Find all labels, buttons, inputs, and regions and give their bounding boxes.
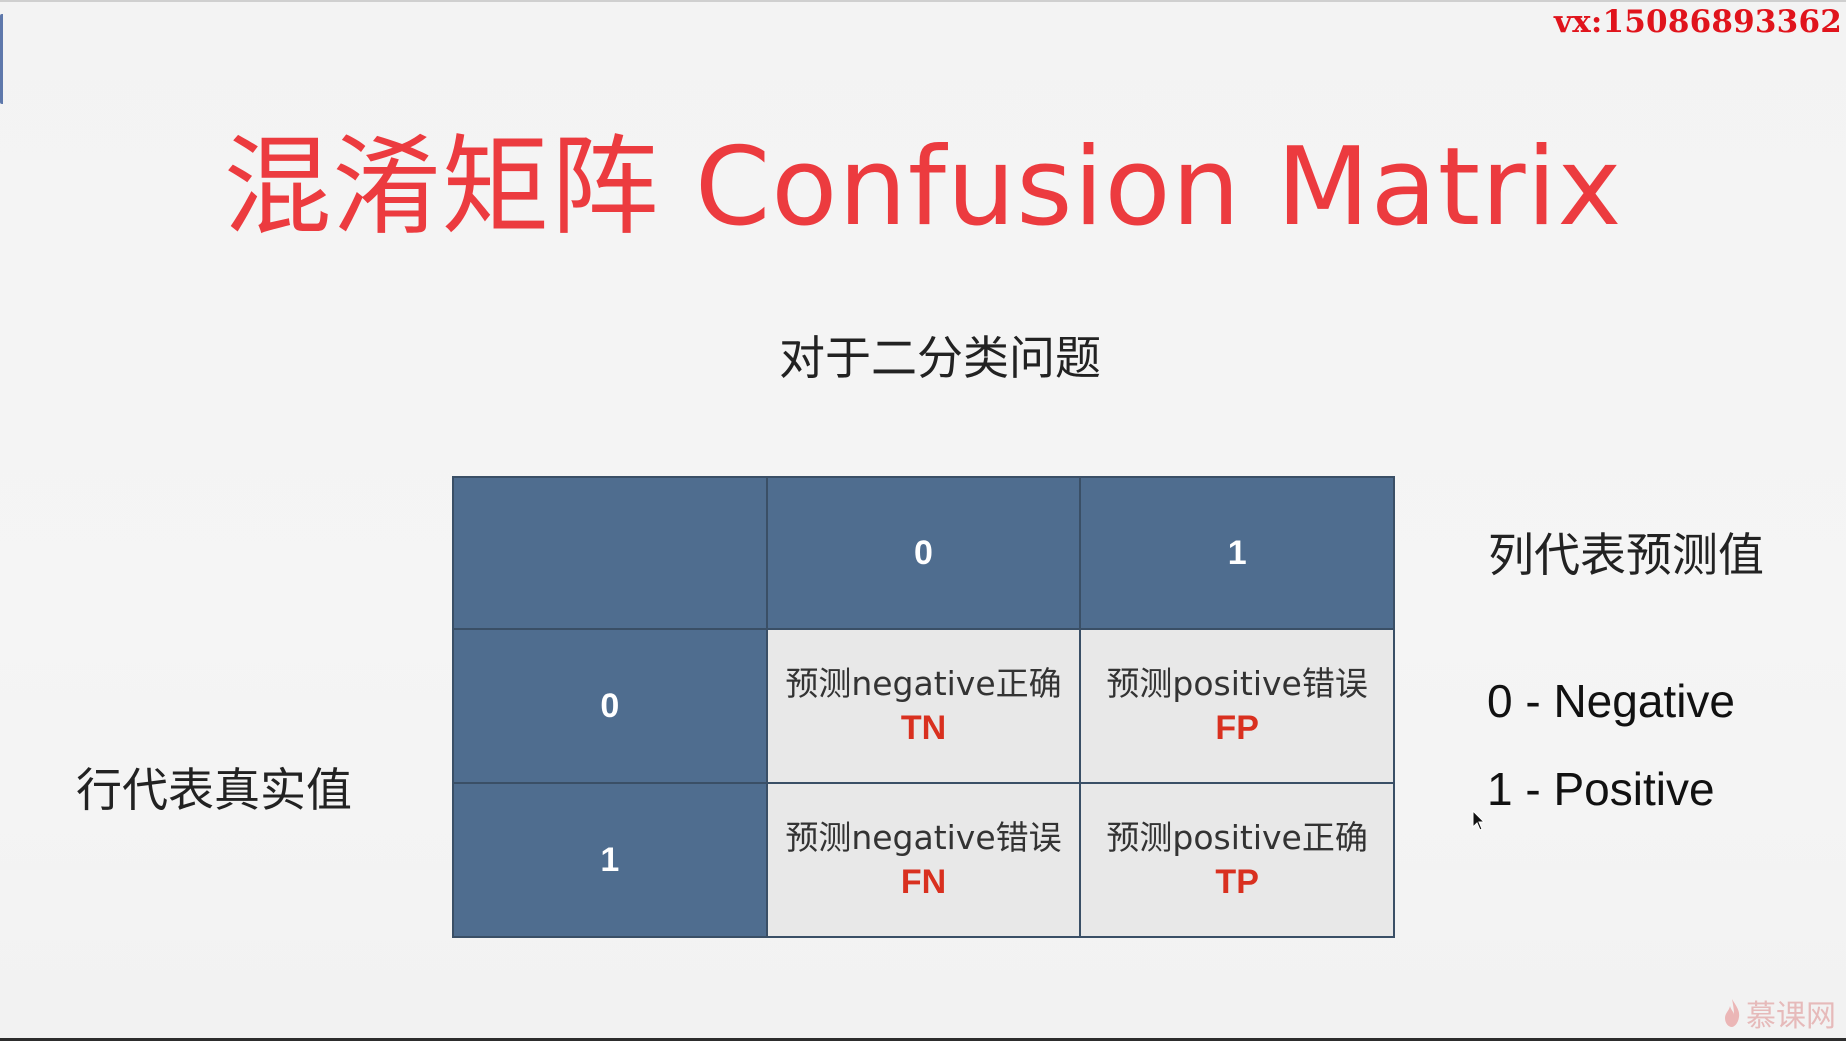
slide-subtitle: 对于二分类问题 bbox=[779, 331, 1101, 385]
cell-fp-abbr: FP bbox=[1215, 709, 1259, 747]
col-header-0: 0 bbox=[765, 476, 1082, 630]
cell-fn-abbr: FN bbox=[900, 863, 947, 901]
confusion-matrix-table: 0 1 0 预测negative正确 TN 预测positive错误 FP 1 … bbox=[452, 476, 1395, 938]
cell-fn: 预测negative错误 FN bbox=[765, 782, 1082, 938]
cell-tp: 预测positive正确 TP bbox=[1079, 782, 1395, 938]
logo-text: 慕课网 bbox=[1746, 999, 1836, 1034]
legend-positive: 1 - Positive bbox=[1487, 763, 1715, 815]
row-axis-label: 行代表真实值 bbox=[76, 763, 352, 817]
cell-fp: 预测positive错误 FP bbox=[1079, 628, 1395, 784]
cell-tp-abbr: TP bbox=[1215, 863, 1259, 901]
slide-title: 混淆矩阵 Confusion Matrix bbox=[223, 125, 1623, 250]
matrix-corner-cell bbox=[452, 476, 768, 630]
col-axis-label: 列代表预测值 bbox=[1488, 528, 1764, 582]
cell-fp-desc: 预测positive错误 bbox=[1106, 664, 1368, 703]
cell-tn-desc: 预测negative正确 bbox=[785, 664, 1062, 703]
matrix-row-1: 1 预测negative错误 FN 预测positive正确 TP bbox=[452, 782, 1395, 938]
slide: vx:15086893362 混淆矩阵 Confusion Matrix 对于二… bbox=[0, 0, 1846, 1041]
cell-tp-desc: 预测positive正确 bbox=[1106, 818, 1368, 857]
cell-fn-desc: 预测negative错误 bbox=[785, 818, 1062, 857]
cell-tn: 预测negative正确 TN bbox=[765, 628, 1082, 784]
edge-mark bbox=[0, 14, 7, 104]
flame-logo-icon bbox=[1725, 999, 1740, 1027]
row-header-1: 1 bbox=[452, 782, 768, 938]
cell-tn-abbr: TN bbox=[900, 709, 947, 747]
brand-logo: 慕课网 bbox=[1722, 991, 1836, 1035]
watermark-text: vx:15086893362 bbox=[1553, 4, 1842, 40]
matrix-row-0: 0 预测negative正确 TN 预测positive错误 FP bbox=[452, 628, 1395, 784]
frame-top-border bbox=[0, 0, 1846, 2]
col-header-1: 1 bbox=[1079, 476, 1395, 630]
row-header-0: 0 bbox=[452, 628, 768, 784]
mouse-cursor-icon bbox=[1472, 810, 1486, 831]
matrix-header-row: 0 1 bbox=[452, 476, 1395, 630]
legend-negative: 0 - Negative bbox=[1487, 675, 1736, 727]
